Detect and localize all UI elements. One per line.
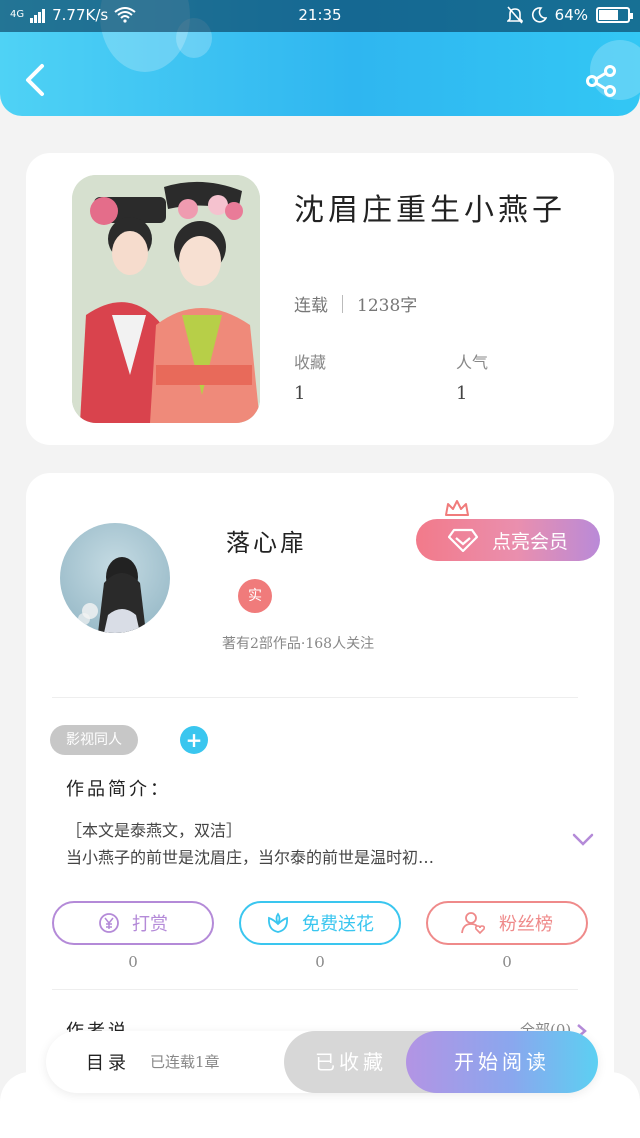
- mute-bell-icon: [506, 6, 523, 24]
- status-bar: 4G 7.77K/s 21:35 64%: [0, 0, 640, 32]
- fan-ranking-label: 粉丝榜: [499, 914, 553, 935]
- battery-icon: [596, 7, 633, 23]
- user-heart-icon: [461, 912, 486, 935]
- serial-status: 连载: [294, 296, 328, 316]
- share-icon[interactable]: [584, 64, 618, 98]
- send-flower-label: 免费送花: [302, 914, 374, 935]
- section-divider: [52, 697, 578, 698]
- crown-icon: [445, 500, 469, 516]
- activate-vip-button[interactable]: 点亮会员: [416, 519, 600, 561]
- intro-line-2: 当小燕子的前世是沈眉庄，当尔泰的前世是温时初…: [66, 848, 435, 867]
- favorites-label: 收藏: [294, 353, 327, 372]
- bottom-action-bar: 目录 已连载1章 已收藏 开始阅读: [46, 1031, 598, 1093]
- chevron-down-icon[interactable]: [572, 833, 594, 847]
- book-status-row: 连载 1238字: [294, 291, 417, 316]
- author-stats: 著有2部作品·168人关注: [222, 636, 375, 652]
- genre-tag[interactable]: 影视同人: [50, 725, 138, 755]
- yuan-coin-icon: [99, 913, 119, 933]
- header-bar: 4G 7.77K/s 21:35 64%: [0, 0, 640, 116]
- back-arrow-icon[interactable]: [20, 60, 50, 100]
- send-flower-button[interactable]: 免费送花: [239, 901, 401, 945]
- moon-icon: [531, 7, 547, 23]
- favorites-count: 1: [294, 383, 306, 404]
- verified-badge: 实: [238, 579, 272, 613]
- book-title: 沈眉庄重生小燕子: [294, 193, 566, 228]
- section-divider: [52, 989, 578, 990]
- table-of-contents-button[interactable]: 目录: [86, 1049, 130, 1075]
- reward-count: 0: [128, 953, 138, 971]
- book-info-card: 沈眉庄重生小燕子 连载 1238字 收藏 人气 1 1: [26, 153, 614, 445]
- author-name[interactable]: 落心扉: [226, 523, 307, 558]
- chapter-count: 已连载1章: [150, 1053, 220, 1071]
- reward-button[interactable]: 打赏: [52, 901, 214, 945]
- intro-line-1: ［本文是泰燕文，双洁］: [66, 821, 243, 840]
- diamond-icon: [447, 528, 478, 552]
- battery-percent: 64%: [554, 6, 588, 24]
- author-avatar[interactable]: [60, 523, 170, 633]
- book-cover-image[interactable]: [72, 175, 260, 423]
- popularity-count: 1: [456, 383, 468, 404]
- flower-count: 0: [315, 953, 325, 971]
- reward-label: 打赏: [132, 914, 168, 935]
- flower-icon: [268, 912, 288, 933]
- fan-ranking-button[interactable]: 粉丝榜: [426, 901, 588, 945]
- favorited-label: 已收藏: [315, 1050, 387, 1074]
- fan-count: 0: [502, 953, 512, 971]
- start-reading-button[interactable]: 开始阅读: [406, 1031, 598, 1093]
- add-tag-button[interactable]: +: [180, 726, 208, 754]
- word-count: 1238字: [357, 296, 418, 316]
- intro-text: ［本文是泰燕文，双洁］ 当小燕子的前世是沈眉庄，当尔泰的前世是温时初…: [66, 817, 546, 871]
- divider: [342, 294, 343, 313]
- vip-button-label: 点亮会员: [491, 530, 568, 553]
- intro-heading: 作品简介：: [66, 779, 171, 800]
- popularity-label: 人气: [456, 353, 489, 372]
